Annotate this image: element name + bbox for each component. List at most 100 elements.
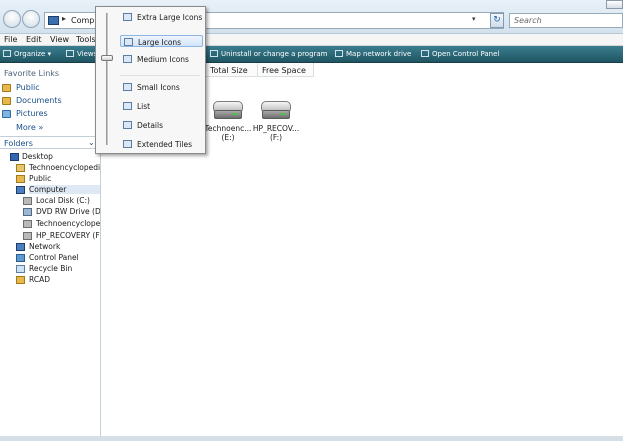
control-panel-label: Open Control Panel (432, 50, 500, 58)
recycle-bin-icon (16, 265, 25, 273)
back-button[interactable] (3, 10, 21, 28)
menu-separator (120, 75, 200, 76)
forward-button[interactable] (22, 10, 40, 28)
search-placeholder: Search (514, 16, 542, 25)
view-option-small-icons[interactable]: Small Icons (120, 81, 203, 93)
open-control-panel-button[interactable]: Open Control Panel (421, 50, 499, 58)
tree-item-local-disk[interactable]: Local Disk (C:) (36, 196, 100, 205)
desktop-icon (10, 153, 19, 161)
drive-name: HP_RECOV... (252, 124, 300, 133)
view-option-label: Small Icons (137, 83, 180, 92)
view-option-label: Details (137, 121, 164, 130)
views-icon (66, 50, 74, 57)
favorite-link-pictures[interactable]: Pictures (16, 109, 48, 118)
view-option-label: Large Icons (138, 38, 182, 47)
user-folder-icon (16, 164, 25, 172)
folder-icon (16, 175, 25, 183)
view-option-extra-large-icons[interactable]: Extra Large Icons (120, 11, 203, 23)
command-toolbar: Organize ▾ Views Uninstall or change a p… (0, 46, 623, 63)
extended-tiles-icon (123, 140, 132, 148)
network-drive-icon (335, 50, 343, 57)
tree-item-user-folder[interactable]: Technoencyclopedi (29, 163, 100, 172)
status-strip (0, 436, 623, 441)
documents-icon (2, 97, 11, 105)
list-icon (123, 102, 132, 110)
view-option-large-icons[interactable]: Large Icons (120, 35, 203, 47)
window-control-button[interactable] (606, 0, 623, 9)
computer-icon (48, 16, 59, 25)
view-size-slider-thumb[interactable] (101, 55, 113, 61)
folder-icon (16, 276, 25, 284)
drive-letter: (E:) (221, 133, 235, 142)
organize-label: Organize (14, 50, 46, 58)
views-popup-menu: Extra Large Icons Large Icons Medium Ico… (95, 6, 206, 154)
view-option-details[interactable]: Details (120, 119, 203, 131)
refresh-icon[interactable]: ↻ (490, 13, 504, 28)
tree-item-hp-recovery[interactable]: HP_RECOVERY (F: (36, 231, 100, 240)
tree-item-desktop[interactable]: Desktop (22, 152, 100, 161)
tree-item-control-panel[interactable]: Control Panel (29, 253, 100, 262)
uninstall-program-button[interactable]: Uninstall or change a program (210, 50, 328, 58)
map-network-drive-button[interactable]: Map network drive (335, 50, 411, 58)
drive-name: Technoenc... (204, 124, 252, 133)
tree-item-dvd-drive[interactable]: DVD RW Drive (D:) (36, 207, 100, 216)
view-size-slider[interactable] (106, 13, 108, 145)
menu-view[interactable]: View (50, 35, 69, 44)
hard-drive-icon (213, 101, 243, 121)
menu-edit[interactable]: Edit (26, 35, 42, 44)
view-option-extended-tiles[interactable]: Extended Tiles (120, 138, 203, 150)
folder-icon (2, 84, 11, 92)
large-icons-icon (124, 38, 133, 46)
folders-bar[interactable]: Folders ⌄ (0, 136, 100, 149)
tree-item-public[interactable]: Public (29, 174, 100, 183)
medium-icons-icon (123, 55, 132, 63)
network-icon (16, 243, 25, 251)
pictures-icon (2, 110, 11, 118)
menu-bar: File Edit View Tools (0, 34, 623, 46)
navigation-pane: Favorite Links Public Documents Pictures… (0, 63, 101, 441)
dvd-drive-icon (23, 208, 32, 216)
favorite-links-header: Favorite Links (4, 69, 60, 78)
breadcrumb-arrow-icon[interactable]: ▸ (62, 14, 66, 23)
tree-item-network[interactable]: Network (29, 242, 100, 251)
map-drive-label: Map network drive (346, 50, 412, 58)
more-label: More (16, 123, 36, 132)
view-option-label: Medium Icons (137, 55, 189, 64)
search-input[interactable]: Search (509, 13, 623, 28)
view-option-list[interactable]: List (120, 100, 203, 112)
address-bar-area: ▸ Computer ▾ ↻ Search (0, 0, 623, 34)
view-option-label: Extended Tiles (137, 140, 193, 149)
favorite-link-documents[interactable]: Documents (16, 96, 62, 105)
view-option-label: Extra Large Icons (137, 13, 203, 22)
drive-icon (23, 197, 32, 205)
column-total-size[interactable]: Total Size (206, 63, 258, 77)
control-panel-icon (16, 254, 25, 262)
view-option-medium-icons[interactable]: Medium Icons (120, 53, 203, 65)
uninstall-icon (210, 50, 218, 57)
tree-item-drive-e[interactable]: Technoencyclope (36, 219, 100, 228)
hard-drive-icon (261, 101, 291, 121)
more-links-button[interactable]: More » (16, 123, 43, 132)
organize-icon (3, 50, 11, 57)
small-icons-icon (123, 83, 132, 91)
menu-file[interactable]: File (4, 35, 17, 44)
tree-item-computer[interactable]: Computer (29, 185, 100, 194)
organize-button[interactable]: Organize ▾ (3, 50, 51, 58)
column-free-space[interactable]: Free Space (258, 63, 314, 77)
details-icon (123, 121, 132, 129)
menu-tools[interactable]: Tools (76, 35, 96, 44)
uninstall-label: Uninstall or change a program (221, 50, 328, 58)
tree-item-rcad[interactable]: RCAD (29, 275, 100, 284)
address-dropdown-icon[interactable]: ▾ (472, 15, 476, 23)
favorite-link-public[interactable]: Public (16, 83, 40, 92)
views-button[interactable]: Views (66, 50, 97, 58)
chevron-down-icon[interactable]: ⌄ (88, 138, 95, 147)
folders-label: Folders (4, 139, 33, 148)
drive-tile[interactable]: HP_RECOV... (F:) (251, 101, 301, 142)
drive-tile[interactable]: Technoenc... (E:) (203, 101, 253, 142)
drive-icon (23, 220, 32, 228)
control-panel-icon (421, 50, 429, 57)
drive-letter: (F:) (269, 133, 283, 142)
computer-icon (16, 186, 25, 194)
tree-item-recycle-bin[interactable]: Recycle Bin (29, 264, 100, 273)
